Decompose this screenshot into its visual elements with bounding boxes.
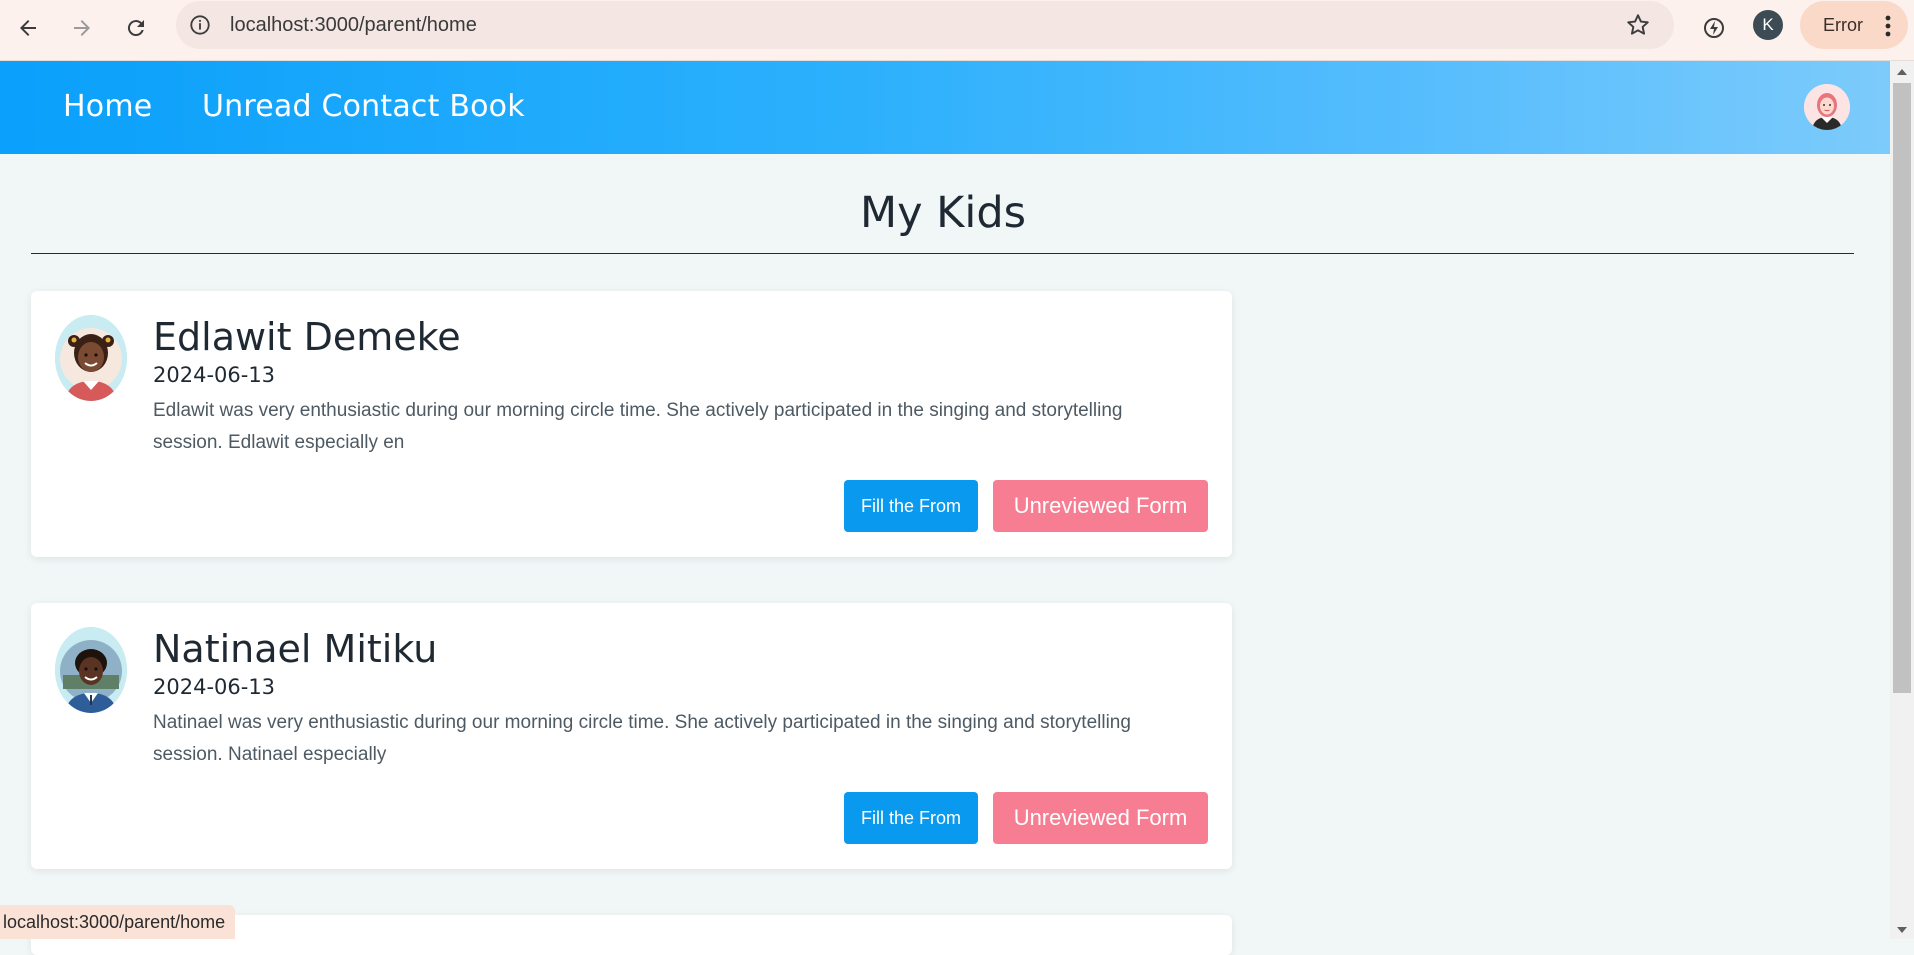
kid-date: 2024-06-13	[153, 675, 276, 699]
performance-icon	[1704, 18, 1724, 38]
more-vert-icon[interactable]	[1878, 13, 1898, 39]
page-scrollbar[interactable]	[1890, 61, 1914, 939]
forward-arrow-icon	[74, 20, 90, 36]
nav-home-link[interactable]: Home	[63, 89, 152, 124]
fill-form-button[interactable]: Fill the From	[844, 480, 978, 532]
kid-avatar	[55, 627, 127, 713]
bookmark-button[interactable]	[1624, 11, 1652, 39]
kid-name: Natinael Mitiku	[153, 627, 438, 671]
kid-card: Edlawit Demeke 2024-06-13 Edlawit was ve…	[31, 291, 1232, 557]
fill-form-button[interactable]: Fill the From	[844, 792, 978, 844]
forward-button[interactable]	[64, 10, 100, 46]
kid-photo-icon	[55, 627, 127, 713]
error-button[interactable]: Error	[1800, 1, 1908, 49]
unreviewed-form-button[interactable]: Unreviewed Form	[993, 792, 1208, 844]
site-info-button[interactable]	[188, 13, 212, 37]
star-icon	[1627, 14, 1649, 35]
title-divider	[31, 253, 1854, 254]
kid-name: Edlawit Demeke	[153, 315, 461, 359]
kid-note: Edlawit was very enthusiastic during our…	[153, 400, 1123, 453]
browser-toolbar: localhost:3000/parent/home K Error	[0, 0, 1914, 61]
info-icon	[190, 15, 210, 35]
kid-date: 2024-06-13	[153, 363, 276, 387]
kid-card: Natinael Mitiku 2024-06-13 Natinael was …	[31, 603, 1232, 869]
error-label: Error	[1823, 15, 1863, 35]
scroll-up-arrow[interactable]	[1897, 69, 1907, 75]
app-navbar: Home Unread Contact Book	[0, 61, 1890, 154]
user-avatar[interactable]	[1804, 84, 1850, 130]
page-title: My Kids	[859, 188, 1027, 238]
nav-unread-contact-book-link[interactable]: Unread Contact Book	[202, 89, 525, 124]
kid-photo-icon	[55, 315, 127, 401]
performance-button[interactable]	[1696, 10, 1732, 46]
back-arrow-icon	[20, 20, 36, 36]
scrollbar-thumb[interactable]	[1893, 83, 1911, 693]
address-bar[interactable]: localhost:3000/parent/home	[176, 1, 1674, 49]
kid-avatar	[55, 315, 127, 401]
reload-icon	[127, 20, 144, 37]
unreviewed-form-button[interactable]: Unreviewed Form	[993, 480, 1208, 532]
url-text: localhost:3000/parent/home	[230, 14, 477, 36]
profile-button[interactable]: K	[1753, 10, 1783, 40]
user-avatar-icon	[1804, 84, 1850, 130]
scroll-down-arrow[interactable]	[1897, 927, 1907, 933]
back-button[interactable]	[10, 10, 46, 46]
reload-button[interactable]	[118, 10, 154, 46]
status-bar-url: localhost:3000/parent/home	[0, 905, 236, 939]
kid-note: Natinael was very enthusiastic during ou…	[153, 712, 1131, 765]
